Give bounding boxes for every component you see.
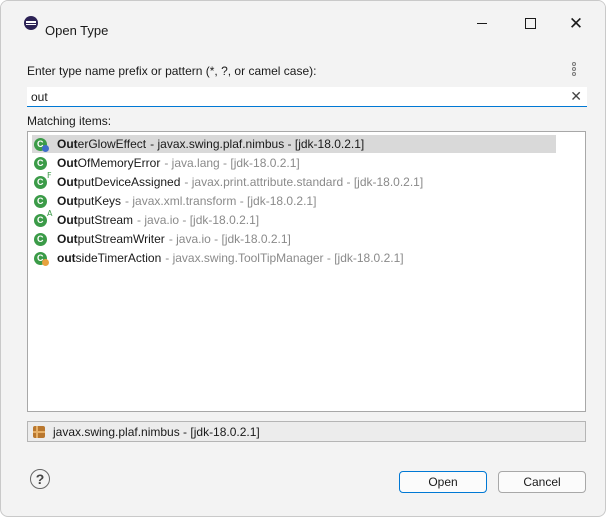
view-menu-icon[interactable]	[572, 62, 578, 78]
type-qualifier: - javax.swing.ToolTipManager - [jdk-18.0…	[165, 251, 404, 265]
type-name-rest: putDeviceAssigned	[77, 175, 181, 189]
search-prompt: Enter type name prefix or pattern (*, ?,…	[27, 64, 317, 78]
close-icon: ✕	[568, 13, 584, 33]
match-highlight: Out	[57, 194, 78, 208]
type-qualifier: - javax.print.attribute.standard - [jdk-…	[184, 175, 424, 189]
close-button[interactable]: ✕	[553, 9, 599, 37]
list-item[interactable]: outsideTimerAction- javax.swing.ToolTipM…	[32, 249, 556, 267]
type-name-rest: putKeys	[77, 194, 122, 208]
list-item[interactable]: OuterGlowEffect- javax.swing.plaf.nimbus…	[32, 135, 556, 153]
maximize-icon	[524, 17, 536, 29]
type-qualifier: - java.io - [jdk-18.0.2.1]	[168, 232, 291, 246]
cancel-button[interactable]: Cancel	[498, 471, 586, 493]
class-icon	[34, 194, 47, 208]
match-highlight: out	[57, 251, 76, 265]
type-name: OutOfMemoryError	[57, 156, 160, 170]
type-qualifier: - java.io - [jdk-18.0.2.1]	[137, 213, 260, 227]
search-input[interactable]	[31, 88, 551, 106]
type-name: OuterGlowEffect	[57, 137, 146, 151]
class-icon	[34, 232, 47, 246]
type-qualifier: - java.lang - [jdk-18.0.2.1]	[164, 156, 300, 170]
title-bar: Open Type ✕	[1, 1, 605, 41]
match-highlight: Out	[57, 156, 78, 170]
type-name-rest: putStreamWriter	[77, 232, 165, 246]
type-name: OutputDeviceAssigned	[57, 175, 180, 189]
list-item[interactable]: AOutputStream- java.io - [jdk-18.0.2.1]	[32, 209, 556, 229]
class-icon	[34, 137, 49, 152]
class-icon: A	[34, 209, 52, 227]
match-highlight: Out	[57, 232, 78, 246]
type-qualifier: - javax.swing.plaf.nimbus - [jdk-18.0.2.…	[150, 137, 365, 151]
matching-items-list[interactable]: OuterGlowEffect- javax.swing.plaf.nimbus…	[27, 131, 586, 412]
matching-items-label: Matching items:	[27, 114, 112, 128]
type-name-rest: sideTimerAction	[75, 251, 162, 265]
help-icon[interactable]: ?	[30, 469, 50, 489]
list-item[interactable]: OutOfMemoryError- java.lang - [jdk-18.0.…	[32, 154, 556, 172]
clear-icon[interactable]: ✕	[570, 88, 582, 105]
window-title: Open Type	[45, 23, 109, 38]
type-name: outsideTimerAction	[57, 251, 161, 265]
status-text: javax.swing.plaf.nimbus - [jdk-18.0.2.1]	[53, 424, 260, 439]
type-qualifier: - javax.xml.transform - [jdk-18.0.2.1]	[125, 194, 317, 208]
type-name: OutputKeys	[57, 194, 121, 208]
overlay-badge-icon	[42, 258, 49, 266]
type-name: OutputStream	[57, 213, 133, 227]
package-icon	[33, 425, 45, 438]
class-icon: F	[34, 171, 52, 189]
class-icon	[34, 251, 49, 266]
search-field[interactable]: ✕	[27, 87, 587, 107]
open-button[interactable]: Open	[399, 471, 487, 493]
open-type-dialog: Open Type ✕ Enter type name prefix or pa…	[0, 0, 606, 517]
eclipse-icon	[24, 16, 38, 30]
minimize-icon	[477, 22, 487, 24]
type-name-rest: erGlowEffect	[77, 137, 147, 151]
match-highlight: Out	[57, 175, 78, 189]
status-bar: javax.swing.plaf.nimbus - [jdk-18.0.2.1]	[27, 421, 586, 442]
type-name-rest: OfMemoryError	[77, 156, 161, 170]
class-icon	[34, 156, 47, 170]
maximize-button[interactable]	[507, 9, 553, 37]
modifier-letter: A	[47, 208, 53, 218]
list-item[interactable]: FOutputDeviceAssigned- javax.print.attri…	[32, 171, 556, 191]
match-highlight: Out	[57, 213, 78, 227]
type-name-rest: putStream	[77, 213, 134, 227]
match-highlight: Out	[57, 137, 78, 151]
list-item[interactable]: OutputKeys- javax.xml.transform - [jdk-1…	[32, 192, 556, 210]
list-item[interactable]: OutputStreamWriter- java.io - [jdk-18.0.…	[32, 230, 556, 248]
modifier-letter: F	[47, 170, 52, 180]
minimize-button[interactable]	[459, 9, 505, 37]
type-name: OutputStreamWriter	[57, 232, 165, 246]
overlay-badge-icon	[42, 144, 49, 152]
